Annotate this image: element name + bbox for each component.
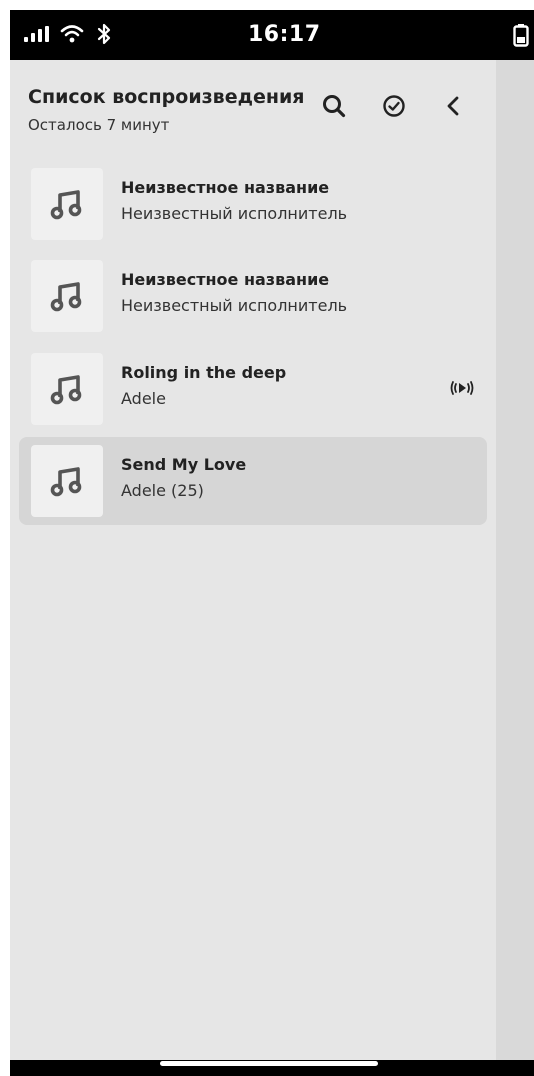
page-title: Список воспроизведения xyxy=(28,86,305,108)
search-icon xyxy=(323,95,346,118)
track-artist: Неизвестный исполнитель xyxy=(121,204,348,223)
track-row[interactable]: Неизвестное название Неизвестный исполни… xyxy=(19,160,487,248)
side-panel-edge xyxy=(496,60,534,1060)
now-playing-icon xyxy=(450,381,474,395)
back-button[interactable] xyxy=(436,88,472,124)
signal-bars-icon xyxy=(24,26,49,42)
bluetooth-icon xyxy=(97,23,111,45)
track-title: Send My Love xyxy=(121,455,247,474)
remaining-time: Осталось 7 минут xyxy=(28,116,170,134)
music-note-icon xyxy=(50,375,82,405)
album-cover xyxy=(31,353,103,425)
album-cover xyxy=(31,260,103,332)
phone-screen: 16:17 Список воспроизведения Осталось 7 … xyxy=(10,10,534,1076)
status-time: 16:17 xyxy=(248,22,321,47)
music-note-icon xyxy=(50,282,82,312)
battery-icon xyxy=(513,24,529,47)
album-cover xyxy=(31,168,103,240)
album-cover xyxy=(31,445,103,517)
search-button[interactable] xyxy=(316,88,352,124)
track-artist: Adele (25) xyxy=(121,481,204,500)
music-note-icon xyxy=(50,467,82,497)
track-title: Неизвестное название xyxy=(121,270,330,289)
music-note-icon xyxy=(50,190,82,220)
playlist-panel: Список воспроизведения Осталось 7 минут xyxy=(10,60,496,1060)
playlist-header: Список воспроизведения Осталось 7 минут xyxy=(10,60,496,150)
track-title: Roling in the deep xyxy=(121,363,287,382)
track-artist: Неизвестный исполнитель xyxy=(121,296,348,315)
status-bar: 16:17 xyxy=(10,10,534,60)
check-circle-icon xyxy=(383,95,405,117)
track-row[interactable]: Неизвестное название Неизвестный исполни… xyxy=(19,252,487,340)
track-row[interactable]: Roling in the deep Adele xyxy=(19,345,487,433)
chevron-left-icon xyxy=(447,96,459,116)
track-row-selected[interactable]: Send My Love Adele (25) xyxy=(19,437,487,525)
select-button[interactable] xyxy=(376,88,412,124)
track-artist: Adele xyxy=(121,389,166,408)
home-indicator[interactable] xyxy=(160,1061,378,1066)
track-title: Неизвестное название xyxy=(121,178,330,197)
wifi-icon xyxy=(60,25,84,43)
